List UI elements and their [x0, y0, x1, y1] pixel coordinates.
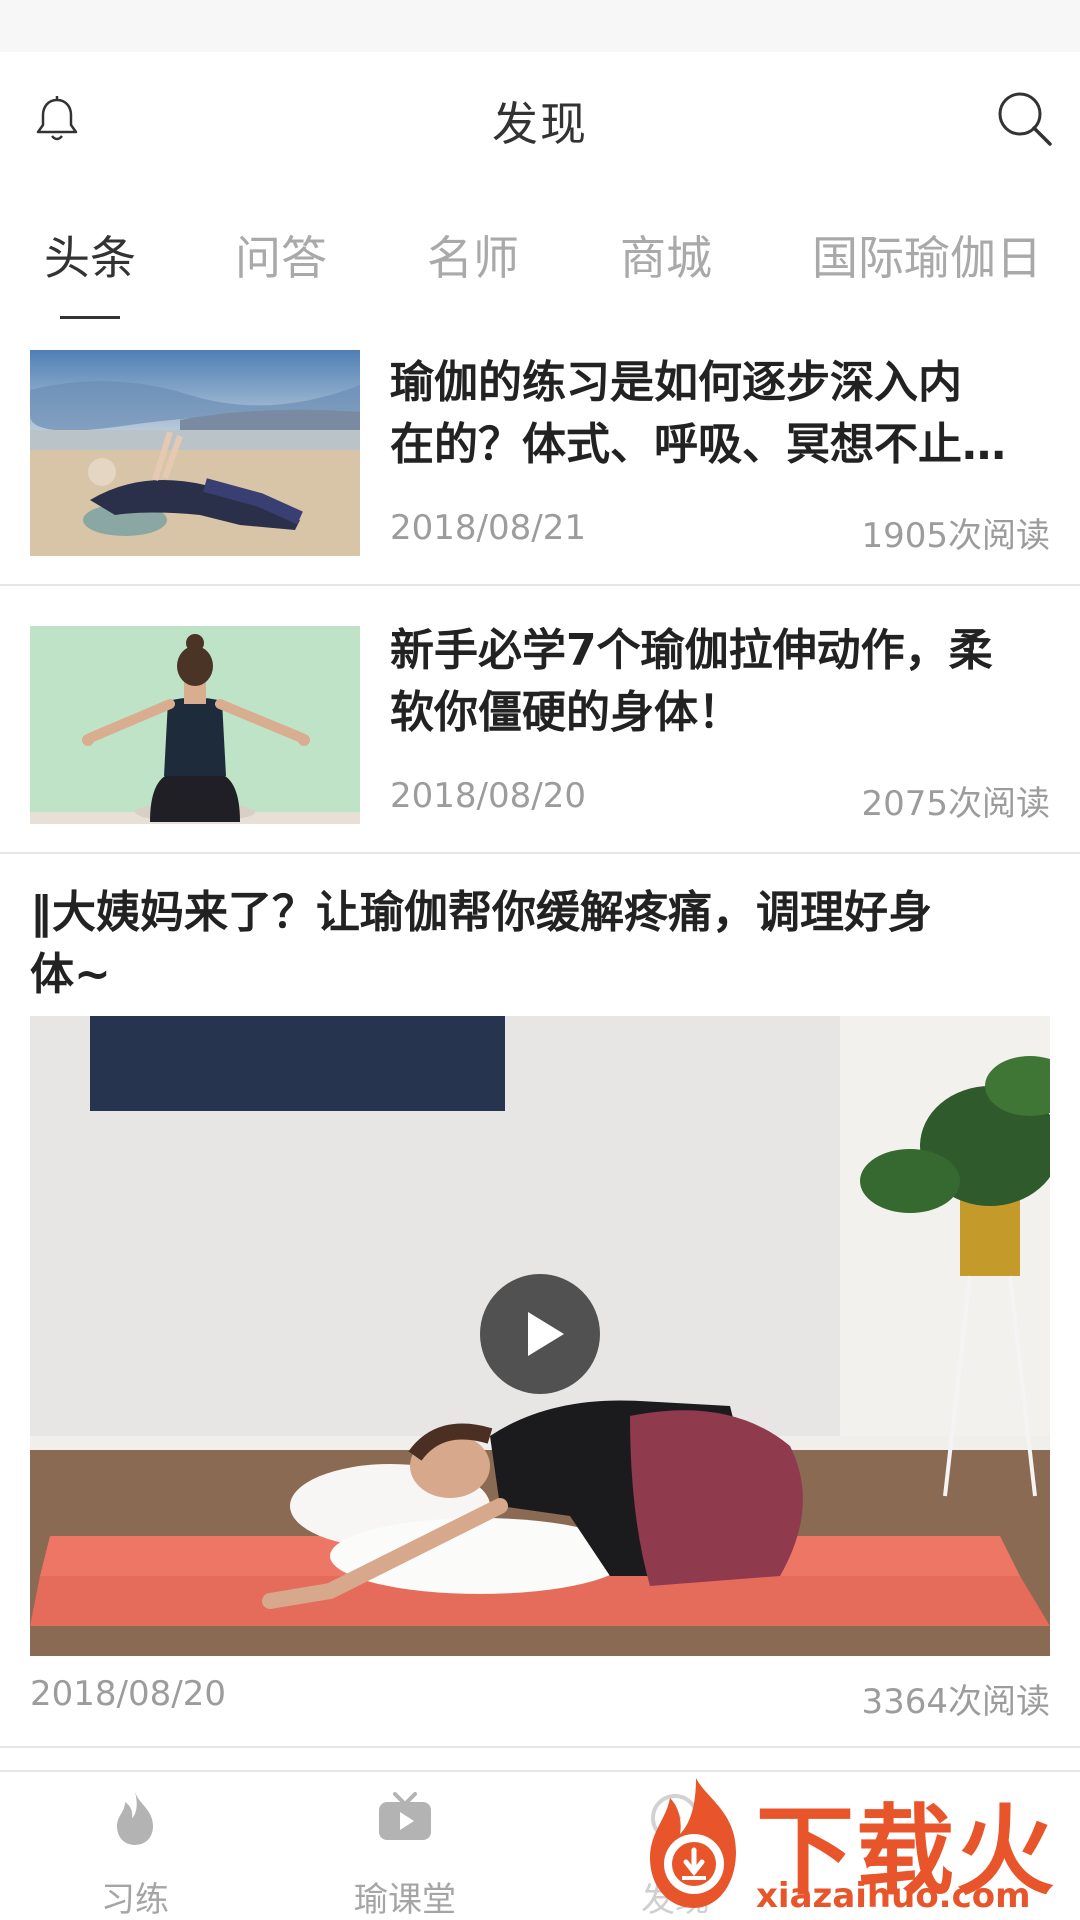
nav-practice[interactable]: 习练	[0, 1772, 270, 1920]
article-date: 2018/08/21	[390, 508, 586, 548]
video-article-item[interactable]: ‖大姨妈来了？让瑜伽帮你缓解疼痛，调理好身 体~ 2018/08/20 3364…	[0, 852, 1080, 1752]
category-tabs: 头条 问答 名师 商城 国际瑜伽日	[0, 218, 1080, 328]
video-article-date: 2018/08/20	[30, 1674, 226, 1714]
play-button[interactable]	[480, 1274, 600, 1394]
tab-mall[interactable]: 商城	[620, 222, 712, 288]
watermark-flame-icon	[650, 1778, 736, 1908]
video-player[interactable]	[30, 1016, 1050, 1656]
active-tab-indicator	[60, 316, 120, 319]
tab-international-yoga-day[interactable]: 国际瑜伽日	[812, 222, 1042, 288]
divider	[0, 584, 1080, 586]
article-thumbnail[interactable]	[30, 626, 360, 824]
video-article-headline[interactable]: ‖大姨妈来了？让瑜伽帮你缓解疼痛，调理好身 体~	[30, 882, 1050, 1006]
page-title: 发现	[492, 97, 588, 151]
video-article-read-count: 3364次阅读	[861, 1682, 1050, 1722]
tab-headlines[interactable]: 头条	[44, 222, 136, 288]
watermark-url: xiazaihuo.com	[756, 1876, 1031, 1916]
tab-teachers[interactable]: 名师	[427, 222, 519, 288]
watermark-logo: 下载火 xiazaihuo.com	[636, 1772, 1080, 1920]
nav-yoga-class[interactable]: 瑜课堂	[270, 1772, 540, 1920]
search-icon[interactable]	[994, 88, 1054, 148]
tab-qa[interactable]: 问答	[235, 222, 327, 288]
play-icon	[528, 1312, 564, 1356]
app-header: 发现	[0, 52, 1080, 182]
divider	[0, 1746, 1080, 1748]
article-read-count: 1905次阅读	[861, 516, 1050, 556]
article-item[interactable]: 新手必学7个瑜伽拉伸动作，柔 软你僵硬的身体！ 2018/08/20 2075次…	[0, 616, 1080, 852]
article-thumbnail[interactable]	[30, 350, 360, 556]
flame-icon	[117, 1792, 153, 1845]
status-bar	[0, 0, 1080, 52]
article-headline[interactable]: 瑜伽的练习是如何逐步深入内 在的？体式、呼吸、冥想不止…	[390, 352, 1050, 476]
article-item[interactable]: 瑜伽的练习是如何逐步深入内 在的？体式、呼吸、冥想不止… 2018/08/21 …	[0, 348, 1080, 584]
tv-play-icon	[379, 1792, 431, 1840]
article-read-count: 2075次阅读	[861, 784, 1050, 824]
article-date: 2018/08/20	[390, 776, 586, 816]
article-headline[interactable]: 新手必学7个瑜伽拉伸动作，柔 软你僵硬的身体！	[390, 620, 1050, 744]
